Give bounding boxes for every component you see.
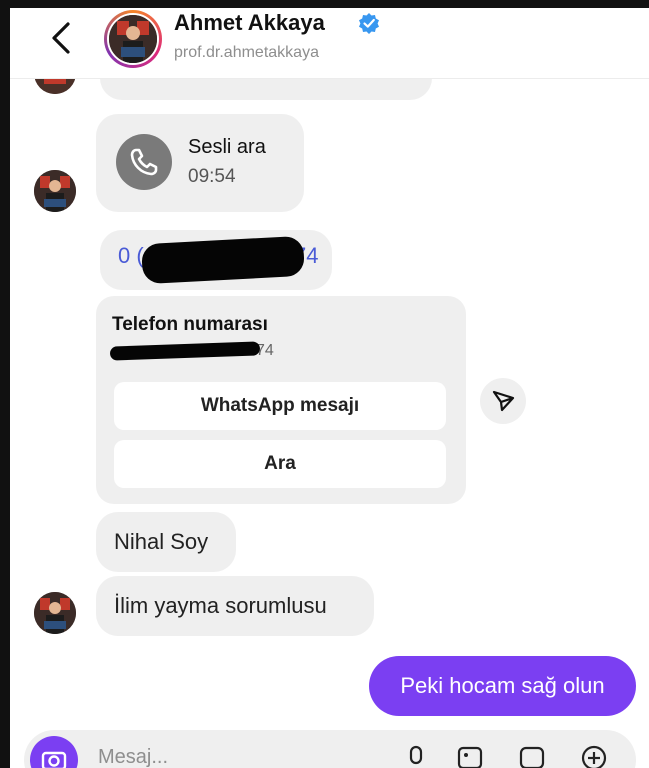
sent-message-bubble[interactable]: Peki hocam sağ olun	[369, 656, 636, 716]
message-composer[interactable]: Mesaj...	[24, 730, 636, 768]
camera-icon[interactable]	[30, 736, 78, 768]
chat-header: Ahmet Akkaya prof.dr.ahmetakkaya	[10, 8, 649, 79]
sticker-icon[interactable]	[518, 744, 546, 768]
message-bubble[interactable]: İlim yayma sorumlusu	[96, 576, 374, 636]
call-time: 09:54	[188, 166, 236, 187]
call-button[interactable]: Ara	[114, 440, 446, 488]
message-bubble[interactable]: Nihal Soy	[96, 512, 236, 572]
sender-avatar[interactable]	[34, 170, 76, 212]
microphone-icon[interactable]	[402, 744, 430, 768]
card-title: Telefon numarası	[112, 314, 268, 335]
phone-icon	[116, 134, 172, 190]
call-title: Sesli ara	[188, 136, 266, 158]
share-icon[interactable]	[480, 378, 526, 424]
verified-badge-icon	[358, 12, 380, 34]
phone-number-bubble[interactable]: 0 ( 74	[100, 230, 332, 290]
contact-username[interactable]: prof.dr.ahmetakkaya	[174, 44, 319, 62]
voice-call-bubble[interactable]: Sesli ara 09:54	[96, 114, 304, 212]
chat-screen: Ahmet Akkaya prof.dr.ahmetakkaya Sesli a…	[10, 8, 649, 768]
header-avatar[interactable]	[104, 10, 162, 68]
phone-number-start[interactable]: 0 (	[118, 243, 144, 269]
redaction-mark	[141, 235, 305, 285]
gallery-icon[interactable]	[456, 744, 484, 768]
phone-number-card: Telefon numarası 74 WhatsApp mesajı Ara	[96, 296, 466, 504]
add-icon[interactable]	[580, 744, 608, 768]
contact-name[interactable]: Ahmet Akkaya	[174, 10, 325, 36]
message-input[interactable]: Mesaj...	[98, 746, 168, 768]
back-icon[interactable]	[50, 20, 74, 56]
redaction-mark	[109, 341, 261, 361]
sender-avatar[interactable]	[34, 592, 76, 634]
whatsapp-message-button[interactable]: WhatsApp mesajı	[114, 382, 446, 430]
